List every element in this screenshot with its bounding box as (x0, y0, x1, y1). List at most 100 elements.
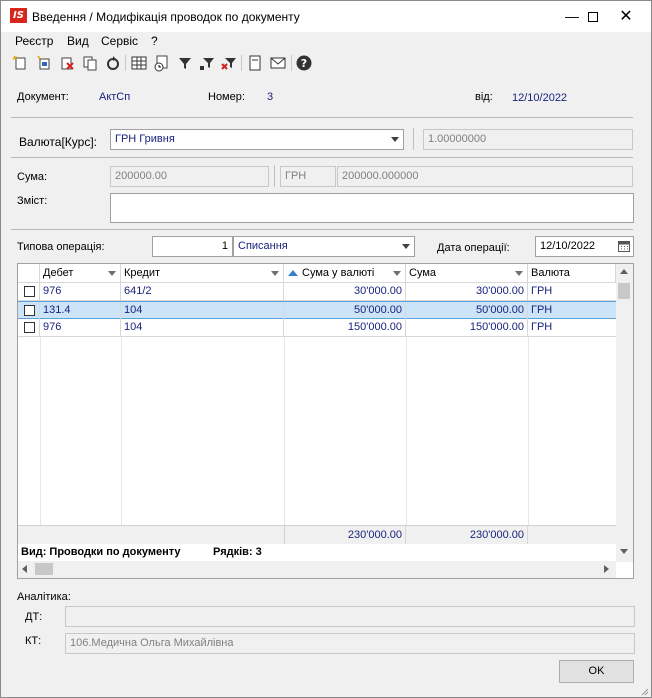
table-row[interactable]: 976 104 150'000.00 150'000.00 ГРН (18, 319, 616, 337)
chevron-down-icon (391, 137, 399, 142)
divider (11, 157, 633, 158)
filter-clear-icon[interactable] (220, 54, 238, 72)
document-label: Документ: (17, 91, 69, 103)
chevron-down-icon (402, 244, 410, 249)
column-header-currency[interactable]: Валюта (528, 264, 616, 283)
date-value: 12/10/2022 (512, 92, 568, 104)
sort-ascending-icon (288, 270, 298, 276)
scrollbar-thumb[interactable] (618, 283, 630, 299)
row-check-cell (18, 319, 40, 336)
sort-icon (393, 271, 401, 276)
number-label: Номер: (208, 91, 245, 103)
currency-cell: ГРН (531, 304, 553, 316)
calendar-icon[interactable] (618, 240, 630, 252)
column-line (406, 337, 407, 525)
row-checkbox[interactable] (24, 322, 35, 333)
totals-row: 230'000.00 230'000.00 (18, 525, 616, 544)
currency-cell: ГРН (531, 321, 553, 333)
sum-cell: 150'000.00 (406, 319, 528, 336)
currency-cell: ГРН (531, 285, 553, 297)
operation-date-label: Дата операції: (437, 242, 510, 254)
column-header-debit[interactable]: Дебет (40, 264, 121, 283)
ok-button[interactable]: OK (559, 660, 634, 683)
history-icon[interactable] (153, 54, 171, 72)
column-line (40, 337, 41, 525)
operation-select[interactable]: Списання (233, 236, 415, 257)
resize-grip-icon[interactable] (639, 686, 649, 696)
operation-label: Типова операція: (17, 241, 105, 253)
table-row-selected[interactable]: 131.4 104 50'000.00 50'000.00 ГРН (18, 301, 616, 319)
content-field[interactable] (110, 193, 634, 223)
row-check-cell (18, 283, 40, 300)
operation-date-field[interactable]: 12/10/2022 (535, 236, 634, 257)
sum-currency-cell: 150'000.00 (284, 319, 406, 336)
divider (11, 117, 633, 118)
credit-cell: 104 (121, 319, 284, 336)
sum-currency-field: ГРН (280, 166, 336, 187)
sum-cell: 30'000.00 (406, 283, 528, 300)
title-bar[interactable]: IS Введення / Модифікація проводок по до… (1, 1, 651, 32)
date-label: від: (475, 91, 493, 103)
refresh-icon[interactable] (104, 54, 122, 72)
operation-code-field[interactable]: 1 (152, 236, 233, 257)
row-checkbox[interactable] (24, 286, 35, 297)
document-icon[interactable] (246, 54, 264, 72)
credit-cell: 104 (121, 302, 284, 319)
currency-select[interactable]: ГРН Гривня (110, 129, 404, 150)
filter-icon[interactable] (176, 54, 194, 72)
vertical-scrollbar[interactable] (616, 264, 633, 562)
scroll-up-icon[interactable] (620, 269, 628, 274)
sum-currency-cell: 50'000.00 (284, 302, 406, 319)
dialog-window: IS Введення / Модифікація проводок по до… (0, 0, 652, 698)
toolbar-separator (291, 55, 292, 71)
divider (274, 165, 275, 187)
menu-service[interactable]: Сервіс (101, 34, 138, 48)
menu-registry[interactable]: Реєстр (15, 34, 53, 48)
sum-field: 200000.00 (110, 166, 269, 187)
maximize-button[interactable] (578, 1, 608, 32)
new-icon[interactable] (11, 54, 29, 72)
toolbar-separator (241, 55, 242, 71)
kt-label: КТ: (25, 635, 42, 647)
column-header-sum-currency[interactable]: Сума у валюті (284, 264, 406, 283)
divider (413, 128, 414, 150)
document-value: АктСп (99, 91, 131, 103)
menu-help[interactable]: ? (151, 34, 158, 48)
new-copy-icon[interactable] (35, 54, 53, 72)
scrollbar-thumb[interactable] (35, 563, 53, 575)
divider (11, 229, 633, 230)
table-icon[interactable] (130, 54, 148, 72)
column-header-check[interactable] (18, 264, 40, 283)
help-icon[interactable]: ? (295, 54, 313, 72)
dt-label: ДТ: (25, 611, 43, 623)
column-line (284, 337, 285, 525)
column-header-sum[interactable]: Сума (406, 264, 528, 283)
close-button[interactable]: ✕ (611, 1, 641, 32)
app-logo-icon: IS (10, 8, 27, 23)
currency-label: Валюта[Курс]: (19, 135, 97, 149)
delete-icon[interactable] (58, 54, 76, 72)
currency-value: ГРН Гривня (115, 133, 175, 145)
total-sum-currency: 230'000.00 (284, 526, 406, 544)
window-title: Введення / Модифікація проводок по докум… (32, 10, 300, 24)
horizontal-scrollbar[interactable] (18, 561, 616, 578)
copy-icon[interactable] (81, 54, 99, 72)
scroll-right-icon[interactable] (604, 565, 609, 573)
mail-icon[interactable] (269, 54, 287, 72)
table-row[interactable]: 976 641/2 30'000.00 30'000.00 ГРН (18, 283, 616, 301)
filter-set-icon[interactable] (198, 54, 216, 72)
debit-cell: 131.4 (40, 302, 121, 319)
row-checkbox[interactable] (24, 305, 35, 316)
sum-currency-cell: 30'000.00 (284, 283, 406, 300)
kt-field: 106.Медична Ольга Михайлівна (65, 633, 635, 654)
scroll-down-icon[interactable] (620, 549, 628, 554)
column-line (121, 337, 122, 525)
sum-cell: 50'000.00 (406, 302, 528, 319)
sort-icon (108, 271, 116, 276)
column-line (528, 337, 529, 525)
sort-icon (515, 271, 523, 276)
row-check-cell (18, 302, 40, 319)
menu-view[interactable]: Вид (67, 34, 89, 48)
scroll-left-icon[interactable] (22, 565, 27, 573)
column-header-credit[interactable]: Кредит (121, 264, 284, 283)
